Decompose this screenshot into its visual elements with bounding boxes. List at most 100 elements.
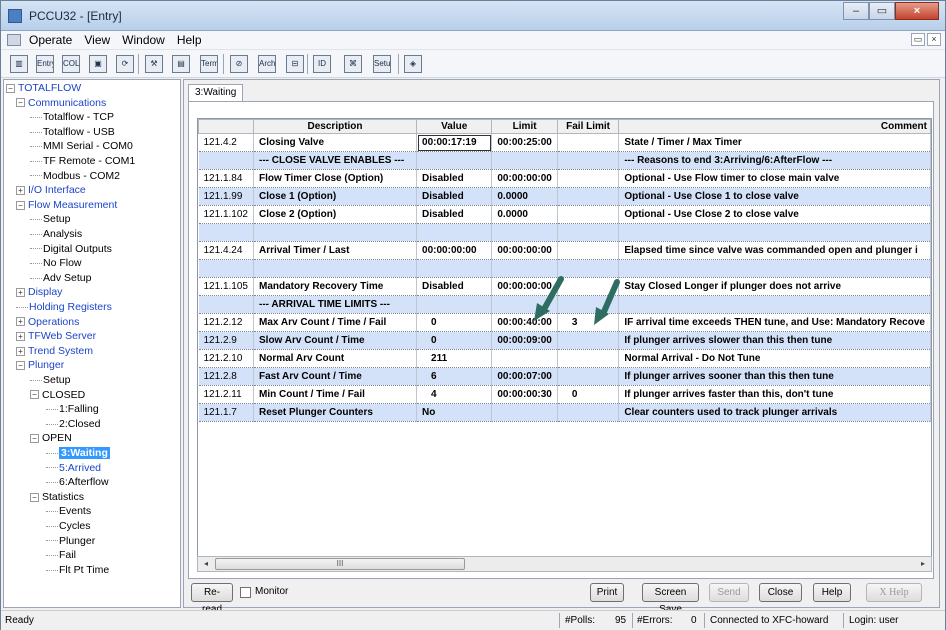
- entry-button[interactable]: Entry: [33, 52, 57, 76]
- tree-item-totalflow-usb[interactable]: Totalflow - USB: [30, 126, 115, 139]
- expand-icon[interactable]: +: [16, 317, 25, 327]
- tree-item-totalflow-tcp[interactable]: Totalflow - TCP: [30, 111, 114, 124]
- table-row[interactable]: 121.1.99 Close 1 (Option) Disabled 0.0000 Op…: [198, 187, 931, 206]
- tree-item-analysis[interactable]: Analysis: [30, 228, 82, 241]
- cell-limit[interactable]: 0.0000: [491, 205, 558, 224]
- scroll-right-icon[interactable]: ▸: [916, 558, 930, 570]
- mdi-restore-button[interactable]: ▭: [911, 33, 925, 46]
- cell-fail[interactable]: [557, 403, 620, 422]
- cell-fail[interactable]: 0: [557, 385, 620, 404]
- tree-item-closed[interactable]: − CLOSED: [30, 389, 85, 402]
- column-header[interactable]: Value: [416, 119, 493, 134]
- column-header[interactable]: Comment: [618, 119, 931, 134]
- tree-item-6-afterflow[interactable]: 6:Afterflow: [46, 476, 109, 489]
- tree-item-fail[interactable]: Fail: [46, 549, 76, 562]
- cell-value[interactable]: 4: [416, 385, 493, 404]
- collapse-icon[interactable]: −: [16, 200, 25, 210]
- cell-limit[interactable]: 0.0000: [491, 187, 558, 206]
- horizontal-scrollbar[interactable]: ◂ III ▸: [197, 556, 932, 572]
- collapse-icon[interactable]: −: [16, 361, 25, 371]
- tree-item-setup[interactable]: Setup: [30, 213, 70, 226]
- scroll-left-icon[interactable]: ◂: [199, 558, 213, 570]
- cell-value[interactable]: Disabled: [416, 205, 493, 224]
- cell-value[interactable]: Disabled: [416, 187, 493, 206]
- tree-item-5-arrived[interactable]: 5:Arrived: [46, 462, 101, 475]
- cell-limit[interactable]: [491, 151, 558, 170]
- cell-limit[interactable]: [491, 223, 558, 242]
- table-row[interactable]: 121.1.84 Flow Timer Close (Option) Disable…: [198, 169, 931, 188]
- collapse-icon[interactable]: −: [6, 83, 15, 93]
- tree-item-display[interactable]: + Display: [16, 286, 62, 299]
- cell-limit[interactable]: 00:00:00:00: [491, 277, 558, 296]
- table-row[interactable]: --- CLOSE VALVE ENABLES --- --- Reasons t…: [198, 151, 931, 170]
- cell-limit[interactable]: 00:00:07:00: [491, 367, 558, 386]
- cell-limit[interactable]: 00:00:00:00: [491, 241, 558, 260]
- reread-button[interactable]: Re-read: [191, 583, 233, 615]
- tree-item-setup[interactable]: Setup: [30, 374, 70, 387]
- collapse-icon[interactable]: −: [16, 98, 25, 108]
- tree-item-mmi-serial-com0[interactable]: MMI Serial - COM0: [30, 140, 133, 153]
- cell-value[interactable]: [416, 295, 493, 314]
- setup-button[interactable]: Setup: [370, 52, 394, 76]
- menu-operate[interactable]: Operate: [29, 33, 72, 47]
- expand-icon[interactable]: +: [16, 346, 25, 356]
- table-row[interactable]: 121.2.11 Min Count / Time / Fail 4 00:00:00…: [198, 385, 931, 404]
- collapse-icon[interactable]: −: [30, 492, 39, 502]
- tree-item-no-flow[interactable]: No Flow: [30, 257, 82, 270]
- tree-item-open[interactable]: − OPEN: [30, 432, 72, 445]
- collapse-icon[interactable]: −: [30, 390, 39, 400]
- expand-icon[interactable]: +: [16, 288, 25, 298]
- tree-item-communications[interactable]: − Communications: [16, 97, 106, 110]
- cell-value[interactable]: No: [416, 403, 493, 422]
- cell-fail[interactable]: [557, 277, 620, 296]
- expand-icon[interactable]: +: [16, 331, 25, 341]
- monitor-checkbox[interactable]: [240, 587, 251, 598]
- cell-fail[interactable]: [557, 295, 620, 314]
- menu-help[interactable]: Help: [177, 33, 202, 47]
- xhelp-button[interactable]: X Help: [866, 583, 922, 602]
- table-row[interactable]: 121.2.8 Fast Arv Count / Time 6 00:00:07:00…: [198, 367, 931, 386]
- cell-fail[interactable]: [557, 349, 620, 368]
- cell-value[interactable]: 00:00:17:19: [416, 133, 493, 152]
- cell-value[interactable]: 211: [416, 349, 493, 368]
- cell-fail[interactable]: [557, 169, 620, 188]
- document-icon[interactable]: [7, 34, 21, 46]
- cell-limit[interactable]: [491, 295, 558, 314]
- save-button[interactable]: ⊟: [283, 52, 307, 76]
- tree-item-plunger[interactable]: Plunger: [46, 535, 95, 548]
- menu-window[interactable]: Window: [122, 33, 165, 47]
- report-button[interactable]: ▤: [169, 52, 193, 76]
- column-header[interactable]: Limit: [491, 119, 558, 134]
- send-button[interactable]: Send: [709, 583, 749, 602]
- tree-item-1-falling[interactable]: 1:Falling: [46, 403, 99, 416]
- cell-limit[interactable]: [491, 403, 558, 422]
- column-header[interactable]: Description: [252, 119, 418, 134]
- cell-limit[interactable]: 00:00:09:00: [491, 331, 558, 350]
- cell-fail[interactable]: [557, 187, 620, 206]
- tree-item-flt-pt-time[interactable]: Flt Pt Time: [46, 564, 109, 577]
- cell-limit[interactable]: [491, 259, 558, 278]
- help-button[interactable]: Help: [813, 583, 851, 602]
- table-row[interactable]: --- ARRIVAL TIME LIMITS ---: [198, 295, 931, 314]
- id-button[interactable]: ID: [310, 52, 334, 76]
- tree-item-digital-outputs[interactable]: Digital Outputs: [30, 243, 112, 256]
- cell-value[interactable]: Disabled: [416, 169, 493, 188]
- screen-save-button[interactable]: Screen Save: [642, 583, 699, 615]
- cell-limit[interactable]: [491, 349, 558, 368]
- tab-3-waiting[interactable]: 3:Waiting: [188, 84, 244, 101]
- tree-item-trend-system[interactable]: + Trend System: [16, 345, 93, 358]
- tree-item-2-closed[interactable]: 2:Closed: [46, 418, 100, 431]
- table-row[interactable]: 121.1.102 Close 2 (Option) Disabled 0.0000 O…: [198, 205, 931, 224]
- tree-item-tfweb-server[interactable]: + TFWeb Server: [16, 330, 96, 343]
- table-row[interactable]: 121.2.10 Normal Arv Count 211 Normal Arriva…: [198, 349, 931, 368]
- cell-fail[interactable]: 3: [557, 313, 620, 332]
- cell-value[interactable]: Disabled: [416, 277, 493, 296]
- cell-fail[interactable]: [557, 241, 620, 260]
- tree-item-adv-setup[interactable]: Adv Setup: [30, 272, 91, 285]
- table-row[interactable]: [198, 223, 931, 242]
- link-button[interactable]: ⊘: [227, 52, 251, 76]
- print-button[interactable]: Print: [590, 583, 624, 602]
- tree-item-cycles[interactable]: Cycles: [46, 520, 91, 533]
- tree-item-statistics[interactable]: − Statistics: [30, 491, 84, 504]
- cell-value[interactable]: [416, 151, 493, 170]
